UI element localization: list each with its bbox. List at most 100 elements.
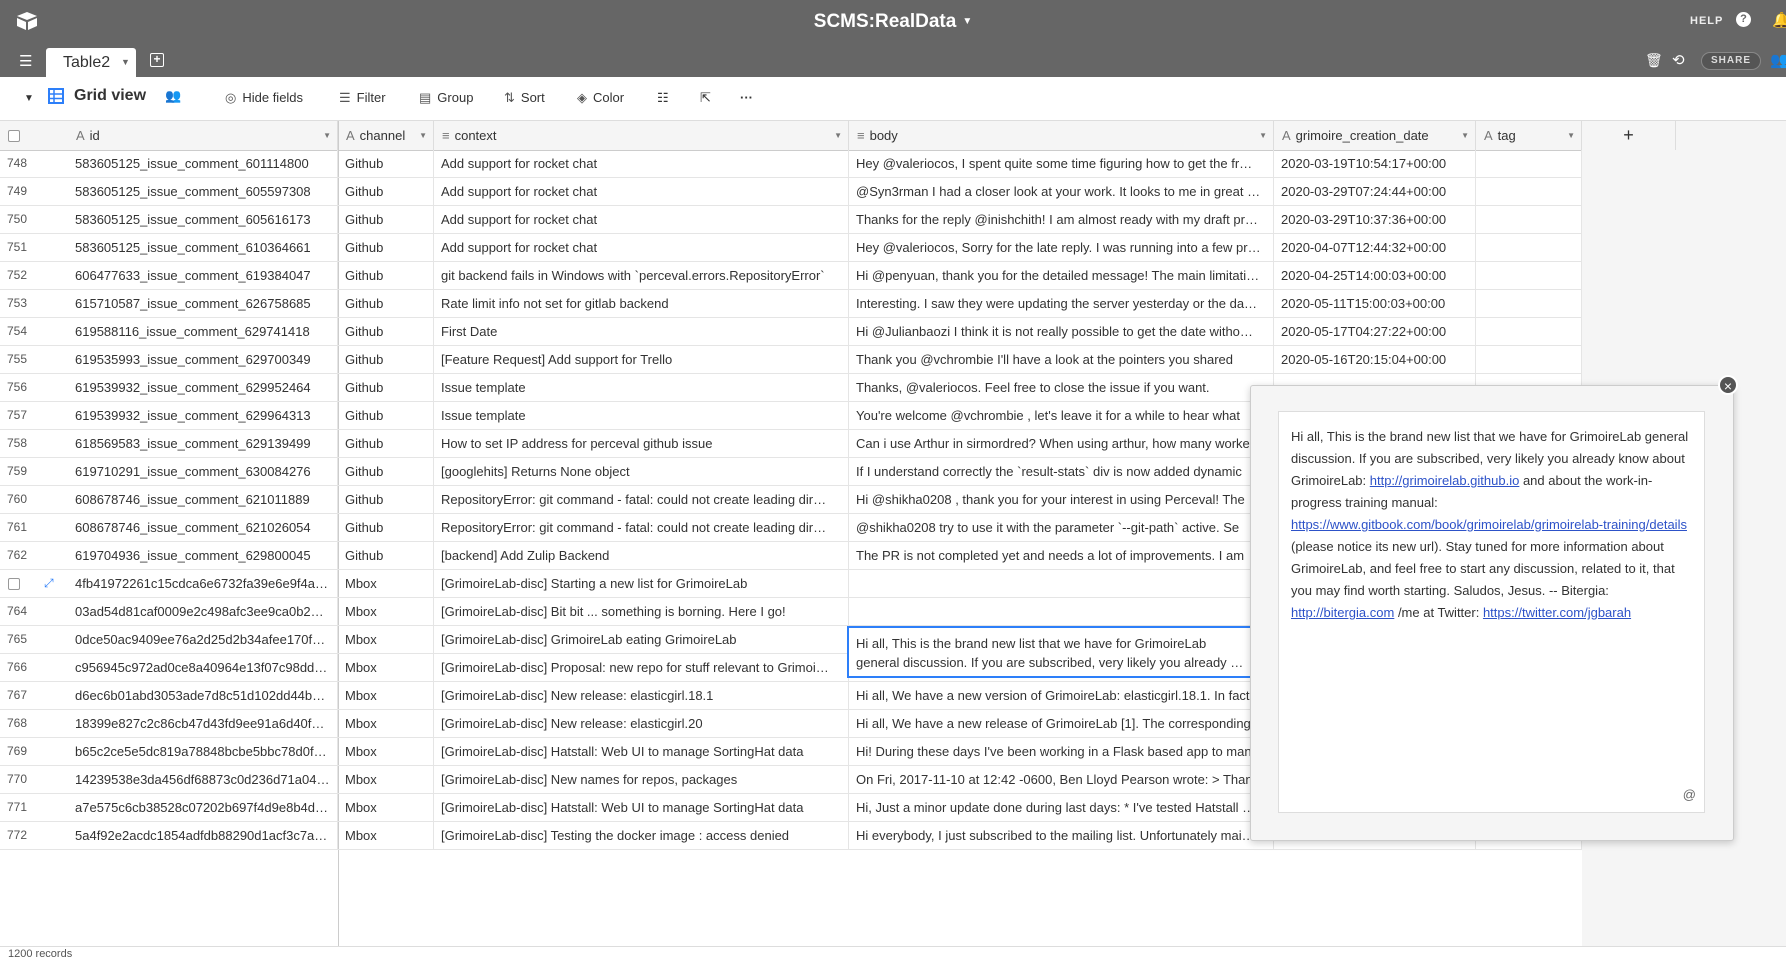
cell-channel[interactable]: Github bbox=[338, 402, 434, 429]
cell-body[interactable]: Hi @shikha0208 , thank you for your inte… bbox=[849, 486, 1274, 513]
cell-body[interactable]: The PR is not completed yet and needs a … bbox=[849, 542, 1274, 569]
cell-id[interactable]: 03ad54d81caf0009e2c498afc3ee9ca0b29… bbox=[68, 598, 338, 625]
cell-grimoire-creation-date[interactable]: 2020-04-25T14:00:03+00:00 bbox=[1274, 262, 1476, 289]
bitergia-link[interactable]: http://bitergia.com bbox=[1291, 605, 1394, 620]
cell-context[interactable]: [GrimoireLab-disc] New release: elasticg… bbox=[434, 710, 849, 737]
chevron-down-icon[interactable]: ▼ bbox=[323, 121, 331, 150]
base-name[interactable]: SCMS:RealData bbox=[814, 11, 957, 32]
cell-context[interactable]: RepositoryError: git command - fatal: co… bbox=[434, 486, 849, 513]
cell-channel[interactable]: Mbox bbox=[338, 738, 434, 765]
cell-tag[interactable] bbox=[1476, 234, 1582, 261]
cell-channel[interactable]: Mbox bbox=[338, 626, 434, 653]
more-options-icon[interactable]: ··· bbox=[740, 90, 753, 105]
group-button[interactable]: ▤ Group bbox=[419, 90, 473, 106]
cell-channel[interactable]: Mbox bbox=[338, 654, 434, 681]
cell-body[interactable]: Can i use Arthur in sirmordred? When usi… bbox=[849, 430, 1274, 457]
column-header-id[interactable]: Aid ▼ bbox=[68, 121, 338, 150]
cell-channel[interactable]: Github bbox=[338, 514, 434, 541]
cell-body[interactable]: Hi everybody, I just subscribed to the m… bbox=[849, 822, 1274, 849]
column-header-context[interactable]: ≡ context ▼ bbox=[434, 121, 849, 150]
cell-body[interactable]: @Syn3rman I had a closer look at your wo… bbox=[849, 178, 1274, 205]
cell-channel[interactable]: Mbox bbox=[338, 710, 434, 737]
chevron-down-icon[interactable]: ▼ bbox=[834, 121, 842, 150]
cell-context[interactable]: [GrimoireLab-disc] Testing the docker im… bbox=[434, 822, 849, 849]
cell-id[interactable]: d6ec6b01abd3053ade7d8c51d102dd44b3… bbox=[68, 682, 338, 709]
cell-channel[interactable]: Github bbox=[338, 346, 434, 373]
cell-grimoire-creation-date[interactable]: 2020-05-16T20:15:04+00:00 bbox=[1274, 346, 1476, 373]
cell-context[interactable]: First Date bbox=[434, 318, 849, 345]
cell-body[interactable]: Hi all, We have a new version of Grimoir… bbox=[849, 682, 1274, 709]
expand-record-icon[interactable]: ⤢ bbox=[44, 576, 54, 591]
selected-body-cell[interactable]: Hi all, This is the brand new list that … bbox=[847, 626, 1262, 678]
chevron-down-icon[interactable]: ▼ bbox=[419, 121, 427, 150]
history-icon[interactable]: ⟲ bbox=[1672, 51, 1685, 69]
cell-id[interactable]: 18399e827c2c86cb47d43fd9ee91a6d40fc… bbox=[68, 710, 338, 737]
cell-context[interactable]: [GrimoireLab-disc] New release: elasticg… bbox=[434, 682, 849, 709]
cell-body[interactable]: Thanks, @valeriocos. Feel free to close … bbox=[849, 374, 1274, 401]
cell-channel[interactable]: Github bbox=[338, 374, 434, 401]
cell-context[interactable]: [googlehits] Returns None object bbox=[434, 458, 849, 485]
cell-channel[interactable]: Github bbox=[338, 150, 434, 177]
cell-context[interactable]: RepositoryError: git command - fatal: co… bbox=[434, 514, 849, 541]
cell-context[interactable]: How to set IP address for perceval githu… bbox=[434, 430, 849, 457]
sort-button[interactable]: ⇅ Sort bbox=[504, 90, 545, 106]
chevron-down-icon[interactable]: ▼ bbox=[1461, 121, 1469, 150]
cell-body[interactable]: Hi, Just a minor update done during last… bbox=[849, 794, 1274, 821]
cell-body[interactable]: Hi all, We have a new release of Grimoir… bbox=[849, 710, 1274, 737]
chevron-down-icon[interactable]: ▼ bbox=[962, 16, 972, 27]
help-icon[interactable]: ? bbox=[1736, 12, 1751, 27]
row-checkbox[interactable] bbox=[8, 578, 20, 590]
cell-id[interactable]: a7e575c6cb38528c07202b697f4d9e8b4d… bbox=[68, 794, 338, 821]
cell-context[interactable]: [GrimoireLab-disc] New names for repos, … bbox=[434, 766, 849, 793]
cell-channel[interactable]: Mbox bbox=[338, 682, 434, 709]
cell-body[interactable]: You're welcome @vchrombie , let's leave … bbox=[849, 402, 1274, 429]
cell-id[interactable]: 619588116_issue_comment_629741418 bbox=[68, 318, 338, 345]
cell-context[interactable]: [GrimoireLab-disc] Hatstall: Web UI to m… bbox=[434, 794, 849, 821]
cell-grimoire-creation-date[interactable]: 2020-05-17T04:27:22+00:00 bbox=[1274, 318, 1476, 345]
chevron-down-icon[interactable]: ▼ bbox=[1567, 121, 1575, 150]
cell-tag[interactable] bbox=[1476, 262, 1582, 289]
cell-id[interactable]: 619535993_issue_comment_629700349 bbox=[68, 346, 338, 373]
share-view-icon[interactable]: ⇱ bbox=[700, 90, 711, 106]
column-header-tag[interactable]: Atag ▼ bbox=[1476, 121, 1582, 150]
cell-context[interactable]: [GrimoireLab-disc] Hatstall: Web UI to m… bbox=[434, 738, 849, 765]
cell-id[interactable]: 606477633_issue_comment_619384047 bbox=[68, 262, 338, 289]
cell-id[interactable]: 608678746_issue_comment_621026054 bbox=[68, 514, 338, 541]
help-link[interactable]: HELP bbox=[1690, 15, 1723, 27]
cell-context[interactable]: Add support for rocket chat bbox=[434, 234, 849, 261]
cell-context[interactable]: [backend] Add Zulip Backend bbox=[434, 542, 849, 569]
tab-label[interactable]: Table2 bbox=[63, 54, 110, 72]
cell-channel[interactable]: Mbox bbox=[338, 766, 434, 793]
cell-tag[interactable] bbox=[1476, 178, 1582, 205]
color-button[interactable]: ◈ Color bbox=[577, 90, 624, 106]
select-all-checkbox[interactable] bbox=[8, 130, 20, 142]
cell-channel[interactable]: Github bbox=[338, 262, 434, 289]
cell-context[interactable]: [Feature Request] Add support for Trello bbox=[434, 346, 849, 373]
cell-channel[interactable]: Github bbox=[338, 458, 434, 485]
views-toggle-icon[interactable]: ▼ bbox=[24, 93, 34, 104]
table-row[interactable]: 750 583605125_issue_comment_605616173 Gith… bbox=[0, 206, 1582, 234]
cell-body[interactable] bbox=[849, 570, 1274, 597]
cell-grimoire-creation-date[interactable]: 2020-03-29T07:24:44+00:00 bbox=[1274, 178, 1476, 205]
filter-button[interactable]: ☰ Filter bbox=[339, 90, 386, 106]
cell-context[interactable]: git backend fails in Windows with `perce… bbox=[434, 262, 849, 289]
collaborators-icon[interactable]: 👥 bbox=[1770, 51, 1786, 69]
cell-body[interactable]: On Fri, 2017-11-10 at 12:42 -0600, Ben L… bbox=[849, 766, 1274, 793]
cell-id[interactable]: 583605125_issue_comment_605616173 bbox=[68, 206, 338, 233]
cell-id[interactable]: 4fb41972261c15cdca6e6732fa39e6e9f4a… bbox=[68, 570, 338, 597]
cell-tag[interactable] bbox=[1476, 318, 1582, 345]
column-header-channel[interactable]: Achannel ▼ bbox=[338, 121, 434, 150]
cell-id[interactable]: 5a4f92e2acdc1854adfdb88290d1acf3c7a… bbox=[68, 822, 338, 849]
cell-channel[interactable]: Mbox bbox=[338, 794, 434, 821]
cell-grimoire-creation-date[interactable]: 2020-05-11T15:00:03+00:00 bbox=[1274, 290, 1476, 317]
cell-channel[interactable]: Mbox bbox=[338, 822, 434, 849]
cell-id[interactable]: 615710587_issue_comment_626758685 bbox=[68, 290, 338, 317]
cell-id[interactable]: 583605125_issue_comment_610364661 bbox=[68, 234, 338, 261]
cell-context[interactable]: Issue template bbox=[434, 402, 849, 429]
cell-id[interactable]: 0dce50ac9409ee76a2d25d2b34afee170f4… bbox=[68, 626, 338, 653]
cell-body[interactable]: Hi @penyuan, thank you for the detailed … bbox=[849, 262, 1274, 289]
add-field-button[interactable]: + bbox=[1582, 121, 1676, 150]
table-row[interactable]: 752 606477633_issue_comment_619384047 Gith… bbox=[0, 262, 1582, 290]
select-all-cell[interactable] bbox=[0, 121, 68, 150]
cell-channel[interactable]: Github bbox=[338, 430, 434, 457]
